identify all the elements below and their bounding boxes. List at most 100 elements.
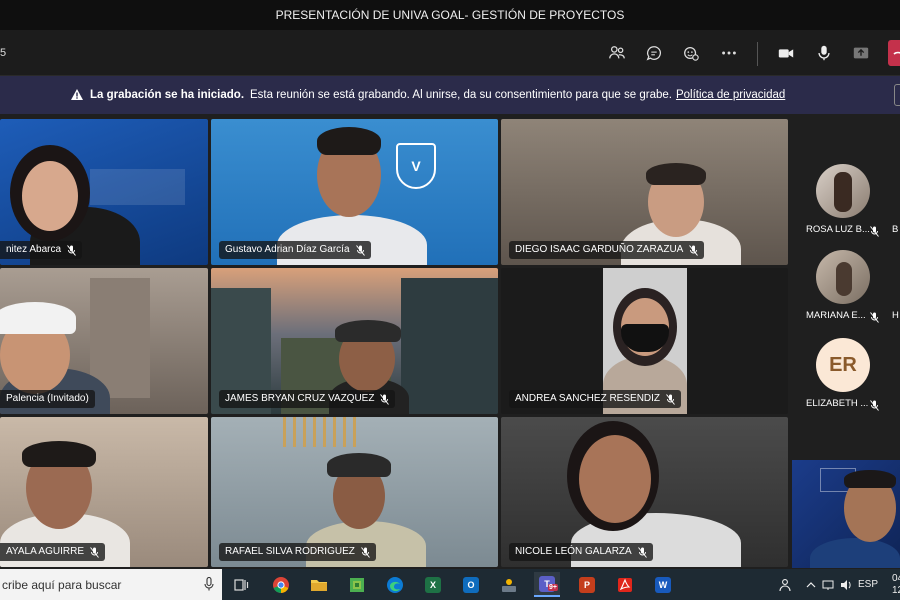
participant-tile[interactable]: JAMES BRYAN CRUZ VAZQUEZ [211, 268, 498, 414]
rail-participant[interactable]: MARIANA E... H [790, 250, 900, 330]
avatar [816, 164, 870, 218]
privacy-policy-link[interactable]: Política de privacidad [676, 89, 785, 101]
participants-button[interactable] [605, 41, 629, 65]
taskbar-app[interactable]: O [458, 572, 484, 597]
participant-name-label: RAFAEL SILVA RODRIGUEZ [219, 543, 376, 561]
participant-tile[interactable]: Palencia (Invitado) [0, 268, 208, 414]
microphone-button[interactable] [812, 41, 836, 65]
participant-hair [317, 127, 381, 155]
volume-icon[interactable] [840, 579, 852, 591]
mic-off-icon [637, 546, 647, 558]
people-icon[interactable] [778, 578, 792, 592]
taskbar-app[interactable] [306, 572, 332, 597]
taskbar-app[interactable]: W [650, 572, 676, 597]
taskbar-app[interactable] [496, 572, 522, 597]
camera-button[interactable] [774, 41, 798, 65]
participant-tile[interactable]: AYALA AGUIRRE [0, 417, 208, 567]
banner-text: Esta reunión se está grabando. Al unirse… [250, 89, 672, 101]
wall-slogan [90, 169, 185, 205]
taskbar-app[interactable] [344, 572, 370, 597]
mic-off-icon [870, 400, 879, 411]
file-explorer-icon [311, 579, 327, 591]
rail-participant-name: MARIANA E... [806, 310, 866, 321]
banner-title: La grabación se ha iniciado. [90, 89, 245, 101]
recording-banner: La grabación se ha iniciado. Esta reunió… [0, 76, 900, 114]
mic-off-icon [360, 546, 370, 558]
camera-icon [778, 49, 794, 58]
banner-dismiss-button[interactable] [894, 84, 900, 106]
reactions-button[interactable] [679, 41, 703, 65]
background-building-right [401, 278, 498, 414]
participant-name-label: nitez Abarca [0, 241, 83, 259]
excel-icon: X [425, 576, 441, 593]
search-placeholder: cribe aquí para buscar [2, 577, 122, 592]
participant-tile[interactable]: RAFAEL SILVA RODRIGUEZ [211, 417, 498, 567]
participant-name-label: ANDREA SANCHEZ RESENDIZ [509, 390, 682, 408]
taskbar-app[interactable]: P [574, 572, 600, 597]
participant-name-label: NICOLE LEÓN GALARZA [509, 543, 653, 561]
notification-badge: 9+ [548, 583, 558, 591]
edge-icon [387, 576, 403, 593]
share-screen-button[interactable] [849, 41, 873, 65]
window-title: PRESENTACIÓN DE UNIVA GOAL- GESTIÓN DE P… [275, 8, 625, 22]
avatar-initials: ER [816, 338, 870, 392]
participant-hair [646, 163, 706, 185]
share-icon [853, 47, 869, 59]
clock[interactable]: 04 12 [892, 569, 900, 600]
chevron-up-icon[interactable] [806, 580, 816, 590]
self-view-video[interactable] [792, 460, 900, 568]
participant-body [810, 538, 900, 568]
language-indicator[interactable]: ESP [858, 579, 878, 590]
participant-name-label: Gustavo Adrian Díaz García [219, 241, 371, 259]
participant-tile[interactable]: V Gustavo Adrian Díaz García [211, 119, 498, 265]
window-title-bar: PRESENTACIÓN DE UNIVA GOAL- GESTIÓN DE P… [0, 0, 900, 30]
more-icon [722, 51, 736, 55]
taskbar-app[interactable] [382, 572, 408, 597]
participant-name-label: JAMES BRYAN CRUZ VAZQUEZ [219, 390, 396, 408]
leave-icon [893, 51, 900, 55]
taskbar-app[interactable] [268, 572, 294, 597]
video-grid: nitez Abarca V Gustavo Adrian Díaz Garcí… [0, 114, 790, 569]
taskbar-search-box[interactable]: cribe aquí para buscar [0, 569, 222, 600]
rail-participant[interactable]: ER ELIZABETH ... [790, 338, 900, 418]
photos-icon [502, 578, 516, 592]
mic-off-icon [666, 393, 675, 405]
participants-icon [609, 46, 625, 59]
mic-off-icon [90, 546, 99, 558]
leave-button[interactable] [888, 40, 900, 66]
taskbar-app[interactable] [612, 572, 638, 597]
taskbar-app[interactable] [228, 572, 254, 597]
acrobat-icon [618, 577, 632, 592]
mic-off-icon [355, 244, 365, 256]
taskbar-app[interactable]: X [420, 572, 446, 597]
rail-participant-name: ELIZABETH ... [806, 398, 869, 409]
participant-tile[interactable]: DIEGO ISAAC GARDUÑO ZARAZUA [501, 119, 788, 265]
mic-off-icon [380, 393, 390, 405]
chat-button[interactable] [642, 41, 666, 65]
microphone-icon[interactable] [204, 577, 214, 591]
participant-name-label: Palencia (Invitado) [0, 390, 95, 408]
rail-participant[interactable]: ROSA LUZ B... B [790, 164, 900, 244]
participant-face [22, 161, 78, 231]
participant-cap [327, 453, 391, 477]
taskbar-app[interactable]: T 9+ [534, 572, 560, 597]
mic-off-icon [67, 244, 76, 256]
univa-logo: V [396, 143, 436, 189]
participant-name-label: AYALA AGUIRRE [0, 543, 105, 561]
participant-tile[interactable]: NICOLE LEÓN GALARZA [501, 417, 788, 567]
participant-cap [0, 302, 76, 334]
chat-icon [646, 46, 661, 61]
network-icon[interactable] [822, 579, 834, 591]
reactions-icon [684, 46, 699, 61]
more-options-button[interactable] [717, 41, 741, 65]
participant-face [579, 435, 651, 523]
game-icon [350, 577, 364, 592]
participant-tile[interactable]: ANDREA SANCHEZ RESENDIZ [501, 268, 788, 414]
participant-hair [844, 470, 896, 488]
outlook-icon: O [463, 576, 479, 593]
participant-tile[interactable]: nitez Abarca [0, 119, 208, 265]
participant-hair [22, 441, 96, 467]
participant-cap [335, 320, 401, 342]
task-view-icon [234, 578, 249, 591]
microphone-icon [818, 45, 830, 61]
